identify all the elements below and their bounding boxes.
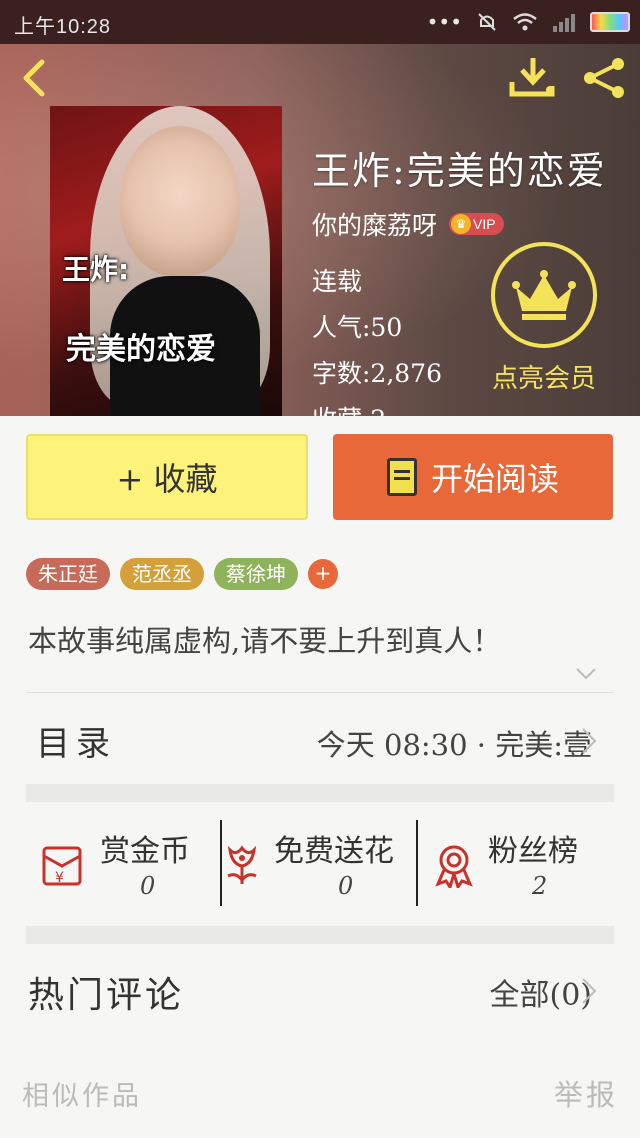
author-name[interactable]: 你的糜荔呀 [312, 206, 437, 242]
coin-reward[interactable]: ¥ 赏金币 0 [38, 820, 218, 906]
crown-icon: ♛ [451, 214, 472, 234]
section-gap [26, 926, 614, 944]
book-title: 王炸:完美的恋爱 [312, 149, 607, 193]
start-reading-button[interactable]: 开始阅读 [333, 434, 613, 520]
fan-ranking-value: 2 [532, 872, 548, 900]
add-tag-button[interactable]: + [308, 559, 338, 589]
serial-status: 连载 [312, 267, 363, 296]
vip-member-label: 点亮会员 [491, 364, 596, 394]
cover-title-line1: 王炸: [62, 253, 130, 286]
word-count: 字数:2,876 [312, 359, 442, 388]
vip-badge: ♛ VIP [449, 213, 504, 235]
coin-reward-label: 赏金币 [100, 834, 190, 869]
svg-text:¥: ¥ [55, 870, 64, 886]
download-icon[interactable] [508, 56, 558, 100]
status-bar: 上午10:28 ••• [0, 0, 640, 44]
cover-title-line2: 完美的恋爱 [66, 332, 216, 367]
medal-icon [435, 845, 473, 888]
mute-icon [478, 13, 496, 31]
tag[interactable]: 朱正廷 [26, 558, 110, 590]
wifi-icon [513, 13, 537, 31]
popularity: 人气:50 [312, 313, 403, 342]
share-icon[interactable] [580, 56, 628, 100]
similar-works-link[interactable]: 相似作品 [22, 1074, 142, 1113]
chevron-down-icon[interactable] [574, 662, 598, 686]
free-flower-label: 免费送花 [274, 834, 394, 869]
fan-ranking-label: 粉丝榜 [488, 834, 578, 869]
collect-button[interactable]: + 收藏 [26, 434, 308, 520]
book-description: 本故事纯属虚构,请不要上升到真人！ [28, 624, 502, 658]
divider [416, 820, 418, 906]
red-envelope-icon: ¥ [42, 846, 82, 886]
divider [26, 692, 614, 693]
vip-badge-label: VIP [473, 216, 496, 232]
section-gap [26, 784, 614, 802]
back-arrow-icon[interactable] [14, 56, 54, 100]
latest-chapter[interactable]: 今天 08:30 · 完美:壹 [317, 722, 592, 764]
battery-icon [590, 12, 630, 32]
fan-ranking[interactable]: 粉丝榜 2 [432, 820, 612, 906]
chevron-right-icon[interactable] [580, 976, 598, 1006]
tag[interactable]: 蔡徐坤 [214, 558, 298, 590]
free-flower-value: 0 [338, 872, 354, 900]
free-flower[interactable]: 免费送花 0 [222, 820, 416, 906]
toc-label[interactable]: 目录 [36, 716, 116, 765]
chevron-right-icon[interactable] [580, 726, 598, 756]
tag[interactable]: 范丞丞 [120, 558, 204, 590]
hot-comments-label: 热门评论 [28, 975, 185, 1016]
book-icon [386, 458, 417, 496]
start-reading-label: 开始阅读 [430, 460, 559, 498]
flower-icon [227, 845, 257, 884]
cover-face [120, 126, 240, 276]
crown-icon [491, 242, 597, 348]
all-comments-link[interactable]: 全部(0) [490, 970, 593, 1014]
tag-list: 朱正廷 范丞丞 蔡徐坤 + [26, 558, 338, 590]
coin-reward-value: 0 [140, 872, 156, 900]
book-header: 王炸: 完美的恋爱 王炸:完美的恋爱 你的糜荔呀 ♛ VIP 连载 人气:50 … [0, 44, 640, 416]
book-cover[interactable]: 王炸: 完美的恋爱 [50, 106, 282, 416]
report-link[interactable]: 举报 [554, 1072, 618, 1114]
status-time: 上午10:28 [14, 16, 112, 38]
author-row: 你的糜荔呀 ♛ VIP [312, 206, 504, 242]
status-icons: ••• [427, 10, 630, 34]
vip-member-button[interactable]: 点亮会员 [484, 242, 604, 395]
favorites-count: 收藏:2 [312, 400, 386, 416]
more-dots-icon: ••• [426, 10, 462, 34]
signal-icon [553, 14, 575, 32]
